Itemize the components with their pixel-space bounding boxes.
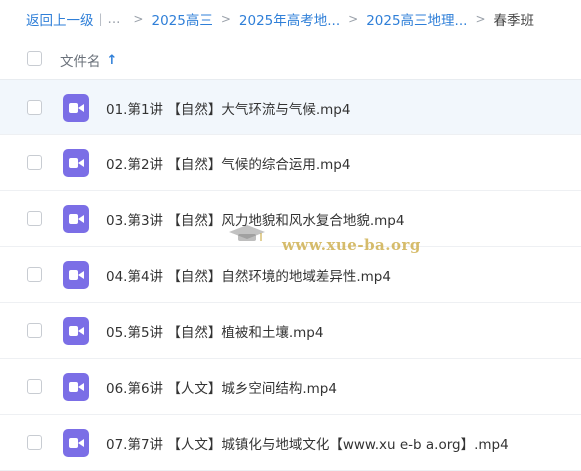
chevron-right-icon: > <box>348 12 359 26</box>
video-file-icon <box>63 261 89 289</box>
file-row[interactable]: 03.第3讲 【自然】风力地貌和风水复合地貌.mp4 <box>0 191 581 247</box>
file-name[interactable]: 07.第7讲 【人文】城镇化与地域文化【www.xu e-b a.org】.mp… <box>106 433 509 453</box>
file-name[interactable]: 03.第3讲 【自然】风力地貌和风水复合地貌.mp4 <box>106 209 404 229</box>
row-checkbox[interactable] <box>27 323 42 338</box>
row-checkbox[interactable] <box>27 211 42 226</box>
column-header-name[interactable]: 文件名 ↑ <box>60 50 118 71</box>
chevron-right-icon: > <box>220 12 231 26</box>
file-name[interactable]: 06.第6讲 【人文】城乡空间结构.mp4 <box>106 377 337 397</box>
video-file-icon <box>63 149 89 177</box>
file-row[interactable]: 01.第1讲 【自然】大气环流与气候.mp4 <box>0 79 581 135</box>
file-row[interactable]: 02.第2讲 【自然】气候的综合运用.mp4 <box>0 135 581 191</box>
file-row[interactable]: 07.第7讲 【人文】城镇化与地域文化【www.xu e-b a.org】.mp… <box>0 415 581 471</box>
breadcrumb-item[interactable]: 2025高三 <box>151 9 212 29</box>
breadcrumb-ellipsis[interactable]: ... <box>108 11 121 27</box>
chevron-right-icon: > <box>133 12 144 26</box>
row-checkbox[interactable] <box>27 379 42 394</box>
breadcrumb-current: 春季班 <box>493 13 535 29</box>
chevron-right-icon: > <box>475 12 486 26</box>
breadcrumb-item[interactable]: 2025高三地理... <box>366 9 467 29</box>
file-name[interactable]: 04.第4讲 【自然】自然环境的地域差异性.mp4 <box>106 265 391 285</box>
file-row[interactable]: 04.第4讲 【自然】自然环境的地域差异性.mp4 <box>0 247 581 303</box>
row-checkbox[interactable] <box>27 155 42 170</box>
video-file-icon <box>63 317 89 345</box>
file-row[interactable]: 06.第6讲 【人文】城乡空间结构.mp4 <box>0 359 581 415</box>
breadcrumb-item[interactable]: 2025年高考地... <box>239 9 340 29</box>
file-name[interactable]: 02.第2讲 【自然】气候的综合运用.mp4 <box>106 153 350 173</box>
arrow-up-icon[interactable]: ↑ <box>107 53 118 68</box>
row-checkbox[interactable] <box>27 435 42 450</box>
file-name[interactable]: 05.第5讲 【自然】植被和土壤.mp4 <box>106 321 323 341</box>
breadcrumb: 返回上一级 | ... > 2025高三 > 2025年高考地... > 202… <box>26 9 535 29</box>
breadcrumb-divider: | <box>98 12 103 26</box>
video-file-icon <box>63 94 89 122</box>
row-checkbox[interactable] <box>27 267 42 282</box>
file-list-header: 文件名 ↑ <box>0 39 581 79</box>
back-link[interactable]: 返回上一级 <box>26 9 94 29</box>
select-all-checkbox[interactable] <box>27 51 42 66</box>
video-file-icon <box>63 373 89 401</box>
video-file-icon <box>63 205 89 233</box>
row-checkbox[interactable] <box>27 100 42 115</box>
column-header-label: 文件名 <box>60 54 101 70</box>
video-file-icon <box>63 429 89 457</box>
file-row[interactable]: 05.第5讲 【自然】植被和土壤.mp4 <box>0 303 581 359</box>
file-name[interactable]: 01.第1讲 【自然】大气环流与气候.mp4 <box>106 98 350 118</box>
